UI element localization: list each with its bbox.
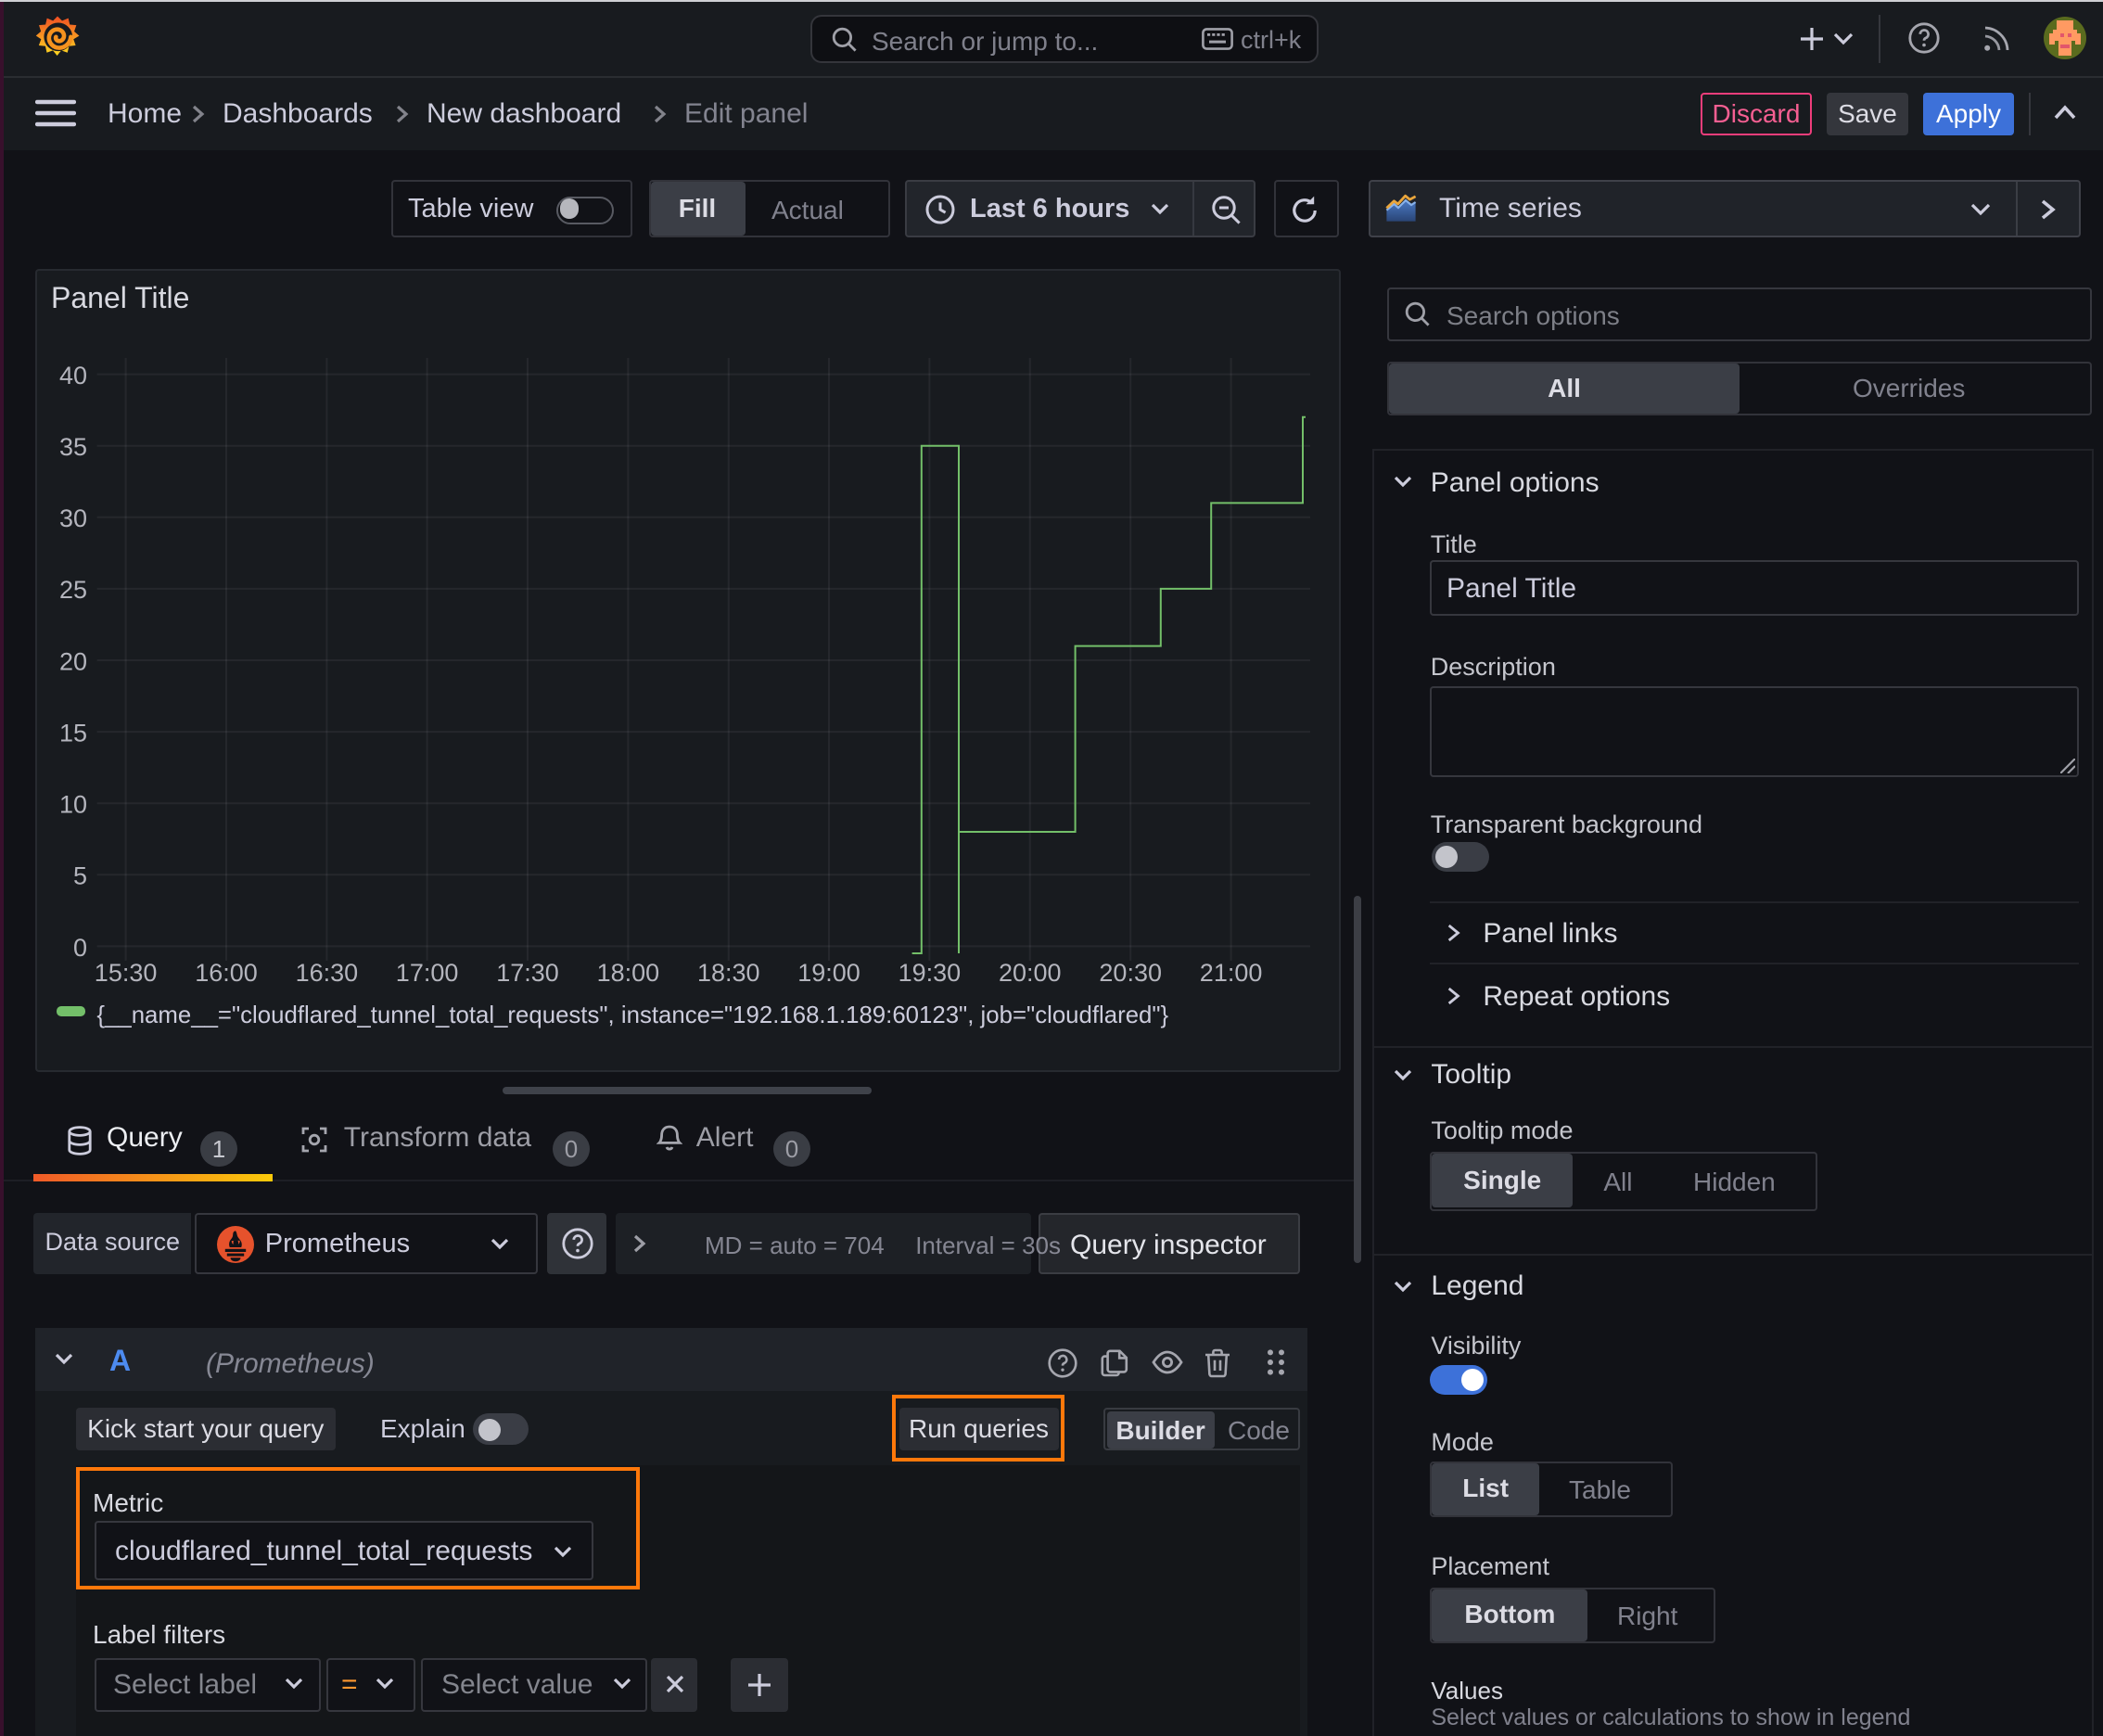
svg-text:19:00: 19:00 [797,959,860,987]
svg-text:20:00: 20:00 [998,959,1061,987]
svg-text:10: 10 [58,791,86,819]
svg-text:19:30: 19:30 [898,959,961,987]
svg-text:30: 30 [58,504,86,532]
svg-text:0: 0 [72,934,86,962]
svg-text:21:00: 21:00 [1199,959,1262,987]
svg-text:35: 35 [58,433,86,461]
svg-text:15:30: 15:30 [94,959,157,987]
svg-text:25: 25 [58,576,86,604]
svg-text:20:30: 20:30 [1098,959,1161,987]
svg-text:18:00: 18:00 [596,959,659,987]
svg-text:15: 15 [58,719,86,747]
svg-text:5: 5 [72,862,86,890]
svg-text:{__name__="cloudflared_tunnel_: {__name__="cloudflared_tunnel_total_requ… [96,1002,1167,1028]
svg-text:17:30: 17:30 [495,959,558,987]
svg-text:16:00: 16:00 [194,959,257,987]
svg-text:20: 20 [58,647,86,675]
svg-text:17:00: 17:00 [395,959,458,987]
svg-text:16:30: 16:30 [295,959,358,987]
svg-text:40: 40 [58,362,86,389]
svg-text:18:30: 18:30 [696,959,759,987]
